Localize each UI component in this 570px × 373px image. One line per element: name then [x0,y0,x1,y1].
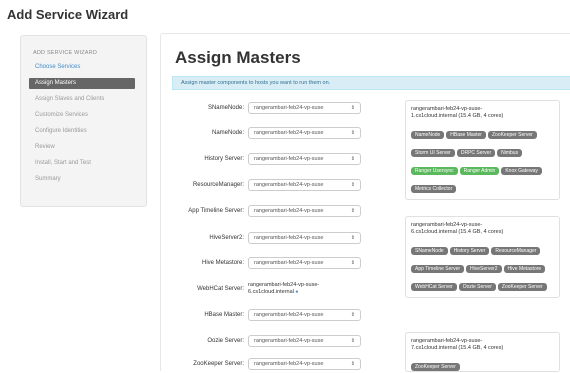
static-webhcat-host: rangerambari-feb24-vp-suse- 6.cs1cloud.i… [248,282,360,296]
sidebar-item-configure-identities: Configure Identities [35,128,87,134]
host-name: rangerambari-feb24-vp-suse- 6.cs1cloud.in… [411,222,504,235]
static-host-line2: 6.cs1cloud.internal [248,289,294,295]
component-badge: DRPC Server [456,149,496,157]
component-badge: Nimbus [497,149,523,157]
component-badges: SNameNode History Server ResourceManager Ap… [411,239,555,293]
component-badge: ZooKeeper Server [487,131,537,139]
component-badge: Ranger Usersync [411,167,458,175]
up-down-caret-icon: ⇕ [350,208,355,214]
label-hbase-master: HBase Master: [204,312,244,318]
sidebar-item-summary: Summary [35,176,61,182]
sidebar-item-assign-masters[interactable]: Assign Masters [29,78,135,89]
sidebar-item-customize-services: Customize Services [35,112,89,118]
question-icon[interactable]: ● [295,289,298,295]
component-badge: HBase Master [446,131,486,139]
component-badge: WebHCat Server [411,283,457,291]
info-alert: Assign master components to hosts you wa… [172,76,570,90]
sidebar-item-review: Review [35,144,55,150]
component-badges: ZooKeeper Server [411,355,555,373]
host-card: rangerambari-feb24-vp-suse- 7.cs1cloud.in… [405,332,560,372]
component-badge: Metrics Collector [411,185,457,193]
label-namenode: NameNode: [211,130,244,136]
sidebar-item-assign-slaves: Assign Slaves and Clients [35,96,105,102]
label-history-server: History Server: [204,156,244,162]
select-resourcemanager-host[interactable]: rangerambari-feb24-vp-suse ⇕ [248,179,361,191]
component-badge: Oozie Server [458,283,496,291]
select-value: rangerambari-feb24-vp-suse [254,361,324,367]
host-name: rangerambari-feb24-vp-suse- 1.cs1cloud.in… [411,106,504,119]
component-badge: HiveServer2 [466,265,502,273]
select-value: rangerambari-feb24-vp-suse [254,312,324,318]
select-value: rangerambari-feb24-vp-suse [254,260,324,266]
page-title: Add Service Wizard [7,7,129,22]
main-title: Assign Masters [175,48,301,67]
up-down-caret-icon: ⇕ [350,105,355,111]
select-value: rangerambari-feb24-vp-suse [254,182,324,188]
select-namenode-host[interactable]: rangerambari-feb24-vp-suse ⇕ [248,127,361,139]
component-badge: Storm UI Server [411,149,455,157]
component-badge: ResourceManager [491,247,541,255]
component-badge: Ranger Admin [459,167,500,175]
sidebar-item-choose-services[interactable]: Choose Services [29,62,135,73]
select-hbase-master-host[interactable]: rangerambari-feb24-vp-suse ⇕ [248,309,361,321]
component-badge: History Server [449,247,490,255]
select-app-timeline-server-host[interactable]: rangerambari-feb24-vp-suse ⇕ [248,205,361,217]
label-oozie-server: Oozie Server: [207,338,244,344]
component-badges: NameNode HBase Master ZooKeeper Server Stor… [411,123,555,195]
up-down-caret-icon: ⇕ [350,156,355,162]
label-snamenode: SNameNode: [207,105,244,111]
label-webhcat-server: WebHCat Server: [197,286,244,292]
wizard-sidebar: ADD SERVICE WIZARD Choose Services Assig… [20,35,147,207]
component-badge: ZooKeeper Server [497,283,547,291]
select-history-server-host[interactable]: rangerambari-feb24-vp-suse ⇕ [248,153,361,165]
select-value: rangerambari-feb24-vp-suse [254,338,324,344]
select-value: rangerambari-feb24-vp-suse [254,235,324,241]
select-snamenode-host[interactable]: rangerambari-feb24-vp-suse ⇕ [248,102,361,114]
select-zookeeper-server-host[interactable]: rangerambari-feb24-vp-suse ⇕ [248,358,361,370]
select-hiveserver2-host[interactable]: rangerambari-feb24-vp-suse ⇕ [248,232,361,244]
up-down-caret-icon: ⇕ [350,182,355,188]
select-value: rangerambari-feb24-vp-suse [254,156,324,162]
select-oozie-server-host[interactable]: rangerambari-feb24-vp-suse ⇕ [248,335,361,347]
static-host-line1: rangerambari-feb24-vp-suse- [248,282,320,288]
sidebar-heading: ADD SERVICE WIZARD [33,50,98,56]
select-hive-metastore-host[interactable]: rangerambari-feb24-vp-suse ⇕ [248,257,361,269]
select-value: rangerambari-feb24-vp-suse [254,208,324,214]
label-resourcemanager: ResourceManager: [192,182,244,188]
component-badge: SNameNode [411,247,448,255]
host-card: rangerambari-feb24-vp-suse- 1.cs1cloud.in… [405,100,560,200]
label-hiveserver2: HiveServer2: [209,235,244,241]
select-value: rangerambari-feb24-vp-suse [254,130,324,136]
up-down-caret-icon: ⇕ [350,130,355,136]
component-badge: Knox Gateway [501,167,542,175]
component-badge: Hive Metastore [503,265,546,273]
up-down-caret-icon: ⇕ [350,338,355,344]
component-badge: NameNode [411,131,445,139]
host-card: rangerambari-feb24-vp-suse- 6.cs1cloud.in… [405,216,560,298]
select-value: rangerambari-feb24-vp-suse [254,105,324,111]
label-app-timeline-server: App Timeline Server: [188,208,244,214]
label-hive-metastore: Hive Metastore: [201,260,244,266]
host-name: rangerambari-feb24-vp-suse- 7.cs1cloud.in… [411,338,504,351]
sidebar-item-install-start-test: Install, Start and Test [35,160,91,166]
up-down-caret-icon: ⇕ [350,312,355,318]
up-down-caret-icon: ⇕ [350,260,355,266]
component-badge: App Timeline Server [411,265,465,273]
up-down-caret-icon: ⇕ [350,235,355,241]
label-zookeeper-server: ZooKeeper Server: [193,361,244,367]
up-down-caret-icon: ⇕ [350,361,355,367]
